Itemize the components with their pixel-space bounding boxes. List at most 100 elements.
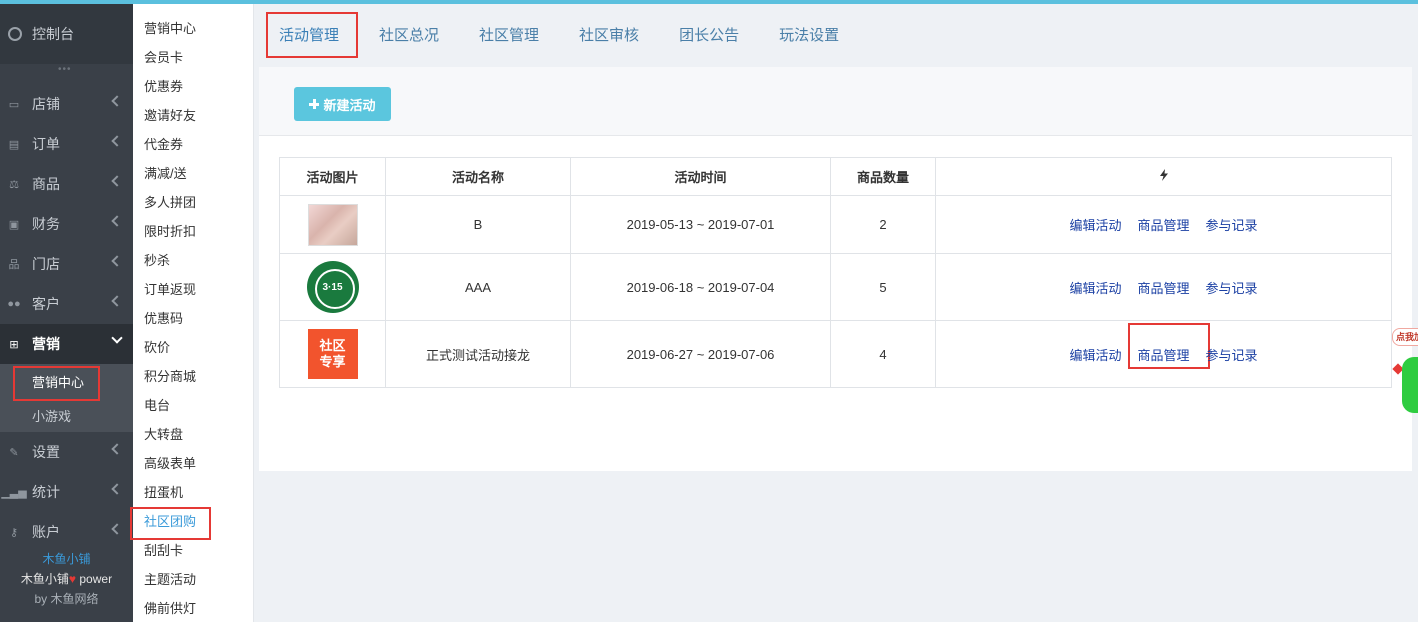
product-management-link[interactable]: 商品管理 <box>1137 278 1189 297</box>
cell-image: 社区 专享 <box>279 320 386 388</box>
submenu-item[interactable]: 高级表单 <box>133 449 253 478</box>
sidebar-item-marketing[interactable]: ⊞ 营销 <box>0 324 133 364</box>
sidebar-item-customers[interactable]: ●● 客户 <box>0 284 133 324</box>
tab-gameplay-settings[interactable]: 玩法设置 <box>779 24 839 45</box>
participation-records-link[interactable]: 参与记录 <box>1206 278 1258 297</box>
table-header-row: 活动图片 活动名称 活动时间 商品数量 <box>279 157 1392 196</box>
sidebar-item-account[interactable]: ⚷ 账户 <box>0 512 133 552</box>
orders-icon: ▤ <box>8 138 20 151</box>
sidebar-item-finance[interactable]: ▣ 财务 <box>0 204 133 244</box>
footer-power: 木鱼小铺♥ power <box>0 569 133 589</box>
cell-count: 2 <box>830 195 936 254</box>
logo-text: 3·15 <box>322 281 343 293</box>
sidebar-item-label: 财务 <box>32 216 60 232</box>
sidebar-item-orders[interactable]: ▤ 订单 <box>0 124 133 164</box>
submenu-item[interactable]: 佛前供灯 <box>133 594 253 622</box>
cell-count: 4 <box>830 320 936 388</box>
edit-activity-link[interactable]: 编辑活动 <box>1069 345 1121 364</box>
submenu-item[interactable]: 订单返现 <box>133 275 253 304</box>
col-header-name: 活动名称 <box>385 157 571 196</box>
floating-service-widget[interactable]: 点我加 <box>1388 325 1418 425</box>
submenu-item[interactable]: 邀请好友 <box>133 101 253 130</box>
chevron-left-icon <box>111 483 123 495</box>
sidebar-dashboard-label: 控制台 <box>32 26 74 42</box>
footer-power-suffix: power <box>76 572 113 586</box>
col-header-image: 活动图片 <box>279 157 386 196</box>
submenu-item[interactable]: 代金券 <box>133 130 253 159</box>
submenu-item[interactable]: 扭蛋机 <box>133 478 253 507</box>
panel-toolbar: 新建活动 <box>259 67 1412 136</box>
product-management-link[interactable]: 商品管理 <box>1137 215 1189 234</box>
users-icon: ●● <box>7 298 21 310</box>
sidebar-item-stores[interactable]: 品 门店 <box>0 244 133 284</box>
cell-image <box>279 195 386 254</box>
cell-time: 2019-05-13 ~ 2019-07-01 <box>570 195 831 254</box>
col-header-count: 商品数量 <box>830 157 936 196</box>
sidebar-item-dashboard[interactable]: 控制台 <box>0 4 133 64</box>
edit-activity-link[interactable]: 编辑活动 <box>1069 215 1121 234</box>
submenu-item[interactable]: 满减/送 <box>133 159 253 188</box>
tab-community-overview[interactable]: 社区总况 <box>379 24 439 45</box>
main-sidebar: 控制台 ••• ▭ 店铺 ▤ 订单 ⚖ 商品 ▣ 财务 品 门店 ●● 客户 ⊞… <box>0 4 133 622</box>
cell-actions: 编辑活动 商品管理 参与记录 <box>935 195 1392 254</box>
participation-records-link[interactable]: 参与记录 <box>1206 345 1258 364</box>
cell-name: AAA <box>385 253 571 321</box>
tab-community-review[interactable]: 社区审核 <box>579 24 639 45</box>
cell-actions: 编辑活动 商品管理 参与记录 <box>935 320 1392 388</box>
submenu-item[interactable]: 砍价 <box>133 333 253 362</box>
cell-time: 2019-06-27 ~ 2019-07-06 <box>570 320 831 388</box>
activity-panel: 新建活动 活动图片 活动名称 活动时间 商品数量 B 2019-05-13 ~ … <box>259 67 1412 471</box>
thumb-line1: 社区 <box>319 338 346 353</box>
sidebar-submenu-marketing: 营销中心 小游戏 <box>0 364 133 432</box>
edit-activity-link[interactable]: 编辑活动 <box>1069 278 1121 297</box>
marketing-submenu: 营销中心 会员卡 优惠券 邀请好友 代金券 满减/送 多人拼团 限时折扣 秒杀 … <box>130 4 254 622</box>
submenu-item[interactable]: 积分商城 <box>133 362 253 391</box>
cell-name: B <box>385 195 571 254</box>
new-activity-button[interactable]: 新建活动 <box>294 87 391 121</box>
chevron-left-icon <box>111 255 123 267</box>
sidebar-item-label: 营销 <box>32 336 60 352</box>
sidebar-item-products[interactable]: ⚖ 商品 <box>0 164 133 204</box>
sidebar-items: ▭ 店铺 ▤ 订单 ⚖ 商品 ▣ 财务 品 门店 ●● 客户 ⊞ 营销 营销中心… <box>0 84 133 552</box>
sidebar-subitem-minigames[interactable]: 小游戏 <box>0 398 133 432</box>
tab-leader-notice[interactable]: 团长公告 <box>679 24 739 45</box>
submenu-item[interactable]: 主题活动 <box>133 565 253 594</box>
submenu-item[interactable]: 秒杀 <box>133 246 253 275</box>
sidebar-item-shop[interactable]: ▭ 店铺 <box>0 84 133 124</box>
tab-community-management[interactable]: 社区管理 <box>479 24 539 45</box>
chevron-left-icon <box>111 443 123 455</box>
participation-records-link[interactable]: 参与记录 <box>1206 215 1258 234</box>
footer-by: by 木鱼网络 <box>34 592 99 606</box>
submenu-item[interactable]: 优惠券 <box>133 72 253 101</box>
submenu-item[interactable]: 会员卡 <box>133 43 253 72</box>
sidebar-subitem-marketing-center[interactable]: 营销中心 <box>0 364 133 401</box>
money-icon: ▣ <box>8 218 20 231</box>
new-activity-label: 新建活动 <box>323 97 376 113</box>
submenu-item[interactable]: 营销中心 <box>133 14 253 43</box>
sidebar-collapse-dots[interactable]: ••• <box>58 64 72 75</box>
submenu-item[interactable]: 大转盘 <box>133 420 253 449</box>
scale-icon: ⚖ <box>9 178 19 191</box>
sidebar-item-settings[interactable]: ✎ 设置 <box>0 432 133 472</box>
footer-shop-name[interactable]: 木鱼小铺 <box>0 549 133 569</box>
sidebar-item-statistics[interactable]: ▁▃▅ 统计 <box>0 472 133 512</box>
product-management-link[interactable]: 商品管理 <box>1128 322 1211 369</box>
submenu-item[interactable]: 优惠码 <box>133 304 253 333</box>
sitemap-icon: 品 <box>8 259 20 271</box>
table-row: 3·15 AAA 2019-06-18 ~ 2019-07-04 5 编辑活动 … <box>279 253 1392 321</box>
submenu-item[interactable]: 多人拼团 <box>133 188 253 217</box>
sidebar-footer: 木鱼小铺 木鱼小铺♥ power by 木鱼网络 <box>0 549 133 609</box>
col-header-actions <box>935 157 1392 196</box>
tab-activity-management[interactable]: 活动管理 <box>265 11 359 58</box>
cell-count: 5 <box>830 253 936 321</box>
activity-thumbnail-community: 社区 专享 <box>307 329 358 379</box>
submenu-item[interactable]: 限时折扣 <box>133 217 253 246</box>
submenu-item-community-group[interactable]: 社区团购 <box>130 507 253 540</box>
dashboard-icon <box>8 27 22 41</box>
submenu-item[interactable]: 刮刮卡 <box>133 536 253 565</box>
key-icon: ⚷ <box>9 526 19 539</box>
activity-thumbnail-315-logo: 3·15 <box>306 261 359 313</box>
submenu-item[interactable]: 电台 <box>133 391 253 420</box>
wrench-icon: ✎ <box>9 446 19 459</box>
thumb-line2: 专享 <box>319 354 346 369</box>
